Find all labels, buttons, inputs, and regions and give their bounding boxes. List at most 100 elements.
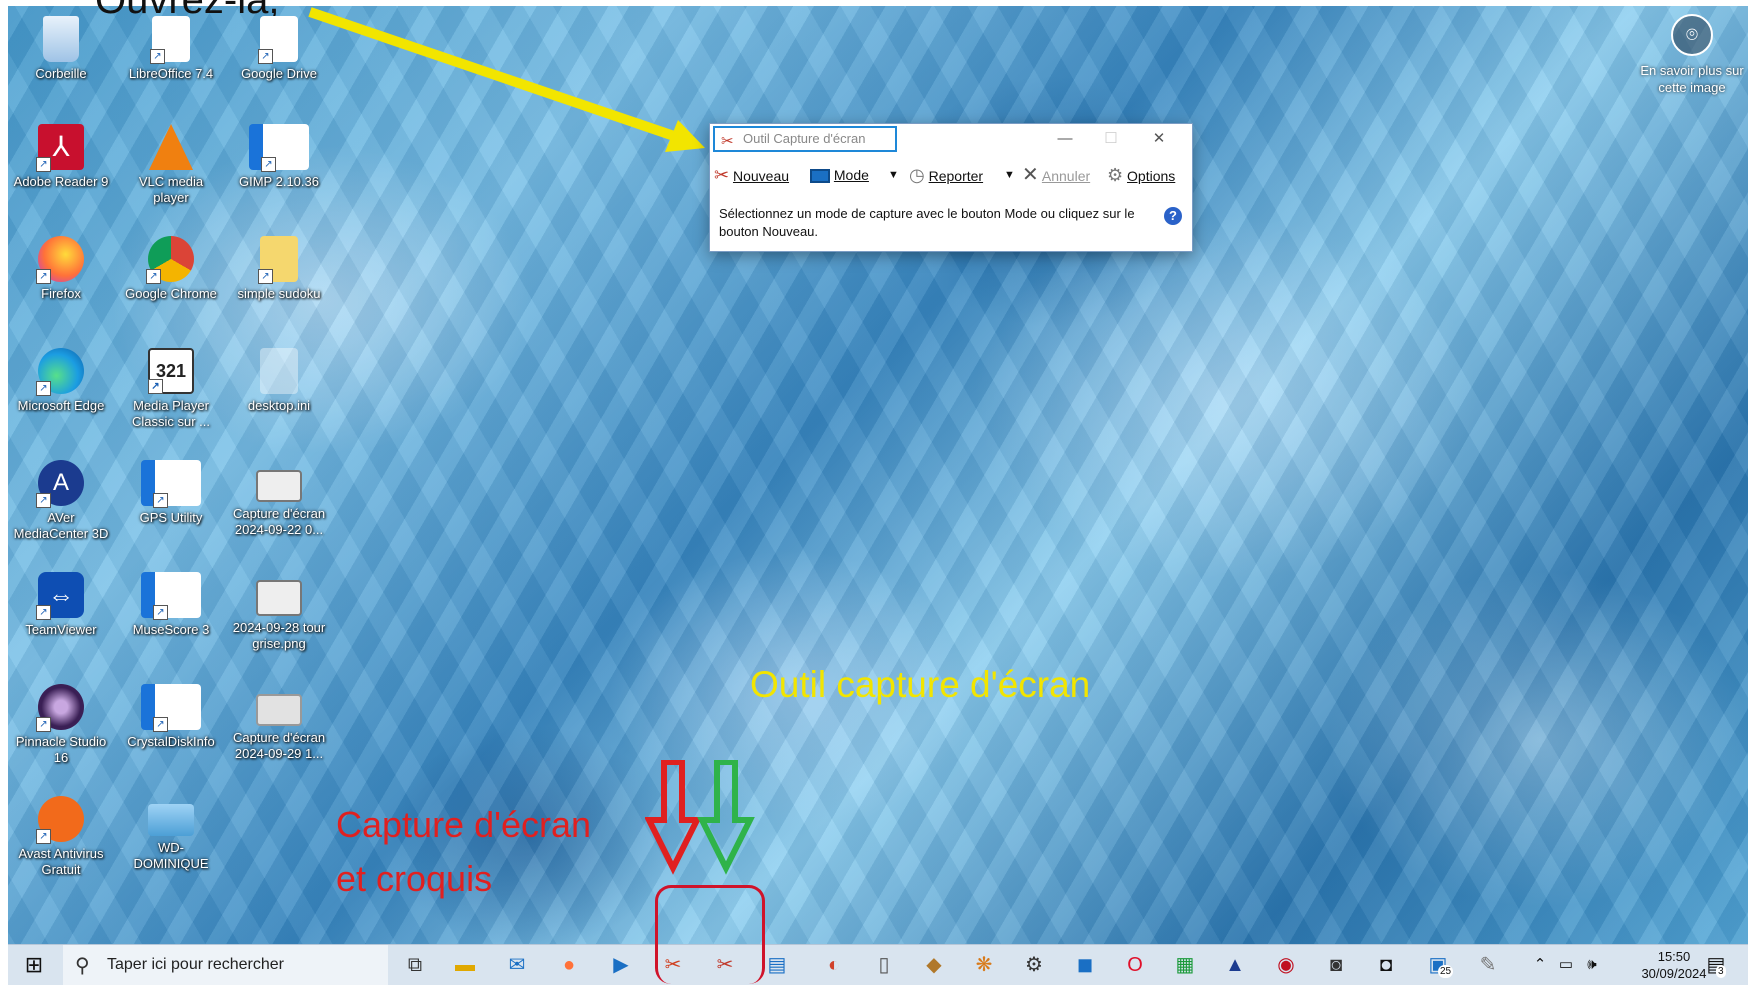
vlc-icon <box>149 124 193 170</box>
green-down-arrow <box>697 760 755 875</box>
desktop-icon-firefox[interactable]: ↗ Firefox <box>12 236 110 302</box>
mail-icon[interactable]: ✉ <box>503 951 531 979</box>
desktop-icon-teamviewer[interactable]: ⇔ ↗ TeamViewer <box>12 572 110 638</box>
mode-dropdown-arrow[interactable]: ▼ <box>888 161 899 189</box>
help-icon[interactable]: ? <box>1164 207 1182 225</box>
desktop-icon-edge[interactable]: ↗ Microsoft Edge <box>12 348 110 414</box>
toolbar: ✂ Nouveau Mode ▼ ◷ Reporter ▼ ✕ Annuler … <box>710 161 1192 189</box>
cancel-button[interactable]: ✕ Annuler <box>1022 161 1090 189</box>
media-player-taskbar-icon[interactable]: ▶ <box>607 951 635 979</box>
avast-icon: ↗ <box>36 796 84 844</box>
pinnacle-icon: ↗ <box>36 684 84 732</box>
x-icon: ✕ <box>1022 164 1039 186</box>
mpc-icon: 321 ↗ <box>148 348 194 394</box>
badge-count: 25 <box>1438 965 1454 978</box>
file-icon <box>260 348 298 394</box>
app-window-icon: ↗ <box>141 572 201 620</box>
app-window-icon: ↗ <box>141 460 201 508</box>
opera-icon[interactable]: O <box>1121 951 1149 979</box>
image-file-icon <box>256 470 302 502</box>
desktop-icon-libreoffice[interactable]: ↗ LibreOffice 7.4 <box>122 16 220 82</box>
windows-start-icon[interactable]: ⊞ <box>20 951 48 979</box>
app-taskbar-icon[interactable]: ▤ <box>763 951 791 979</box>
image-file-icon <box>256 580 302 616</box>
desktop-icon-vlc[interactable]: VLC media player <box>122 124 220 206</box>
scissors-icon: ✂ <box>721 133 734 150</box>
annotation-arrows <box>645 760 755 875</box>
presentation-icon[interactable]: ◘ <box>1372 951 1400 979</box>
task-view-icon[interactable]: ⧉ <box>401 951 429 979</box>
notification-count: 3 <box>1716 965 1726 978</box>
desktop-icon-avast[interactable]: ↗ Avast Antivirus Gratuit <box>12 796 110 878</box>
paint-icon[interactable]: ✎ <box>1474 951 1502 979</box>
network-icon[interactable]: ▭ <box>1552 951 1580 979</box>
desktop-icon-recycle-bin[interactable]: Corbeille <box>12 16 110 82</box>
firefox-icon: ↗ <box>36 236 84 284</box>
desktop-icon-desktop-ini[interactable]: desktop.ini <box>230 348 328 414</box>
camera-taskbar-icon[interactable]: ◙ <box>1322 951 1350 979</box>
action-center-icon[interactable]: ▤ 3 <box>1702 951 1730 979</box>
search-icon: ⚲ <box>75 955 90 977</box>
blank-document-icon[interactable]: ▯ <box>870 951 898 979</box>
chevron-up-icon[interactable]: ⌃ <box>1526 951 1554 979</box>
desktop-icon-crystaldiskinfo[interactable]: ↗ CrystalDiskInfo <box>122 684 220 750</box>
desktop-icon-capture-0922[interactable]: Capture d'écran 2024-09-22 0... <box>230 460 328 538</box>
adobe-reader-icon: ⅄ ↗ <box>36 124 84 172</box>
delay-button[interactable]: ◷ Reporter <box>909 161 983 189</box>
desktop-icon-media-player-classic[interactable]: 321 ↗ Media Player Classic sur ... <box>122 348 220 430</box>
delay-dropdown-arrow[interactable]: ▼ <box>1004 161 1015 189</box>
ccleaner-icon[interactable]: ◐ <box>820 951 848 979</box>
teamviewer-icon: ⇔ ↗ <box>36 572 84 620</box>
document-icon: ↗ <box>150 16 190 64</box>
title-bar[interactable]: ✂ Outil Capture d'écran — ☐ ✕ <box>710 124 1192 156</box>
aver-icon: A ↗ <box>36 460 84 508</box>
snipping-tool-window[interactable]: ✂ Outil Capture d'écran — ☐ ✕ ✂ Nouveau … <box>709 123 1193 252</box>
annotation-highlight-box <box>655 885 765 984</box>
search-placeholder: Taper ici pour rechercher <box>107 956 284 973</box>
firefox-taskbar-icon[interactable]: ● <box>555 951 583 979</box>
desktop-icon-aver[interactable]: A ↗ AVer MediaCenter 3D <box>12 460 110 542</box>
learn-more-about-image[interactable]: ⌾ En savoir plus sur cette image <box>1636 14 1748 96</box>
rectangle-mode-icon <box>810 169 830 184</box>
notification-app-icon[interactable]: ▣ 25 <box>1424 951 1454 979</box>
taskbar: ⊞ ⚲ Taper ici pour rechercher ⧉ ▬ ✉ ● ▶ … <box>8 944 1748 985</box>
desktop-icon-musescore[interactable]: ↗ MuseScore 3 <box>122 572 220 638</box>
minimize-button[interactable]: — <box>1050 128 1080 150</box>
maximize-button[interactable]: ☐ <box>1096 128 1126 150</box>
file-explorer-icon[interactable]: ▬ <box>451 951 479 979</box>
close-button[interactable]: ✕ <box>1144 128 1174 150</box>
folder-icon: ↗ <box>258 236 298 284</box>
recorder-icon[interactable]: ◉ <box>1272 951 1300 979</box>
new-button[interactable]: ✂ Nouveau <box>714 161 789 189</box>
edge-icon: ↗ <box>36 348 84 396</box>
recycle-bin-icon <box>43 16 79 62</box>
outlook-icon[interactable]: ◼ <box>1071 951 1099 979</box>
clock-icon: ◷ <box>909 165 925 185</box>
scissors-icon: ✂ <box>714 165 730 185</box>
volume-icon[interactable]: 🕪 <box>1578 951 1606 979</box>
app-taskbar-icon-2[interactable]: ◆ <box>920 951 948 979</box>
yellow-arrow <box>308 7 705 152</box>
camera-icon: ⌾ <box>1671 14 1713 56</box>
aver-taskbar-icon[interactable]: ▲ <box>1221 951 1249 979</box>
spreadsheet-icon[interactable]: ▦ <box>1171 951 1199 979</box>
desktop-icon-capture-0929[interactable]: Capture d'écran 2024-09-29 1... <box>230 684 328 762</box>
app-taskbar-icon-3[interactable]: ❋ <box>970 951 998 979</box>
image-file-icon <box>256 694 302 726</box>
desktop-icon-gps-utility[interactable]: ↗ GPS Utility <box>122 460 220 526</box>
settings-gear-icon[interactable]: ⚙ <box>1020 951 1048 979</box>
search-box[interactable]: ⚲ Taper ici pour rechercher <box>63 945 388 985</box>
document-icon: ↗ <box>258 16 298 64</box>
desktop-icon-tour-grise[interactable]: 2024-09-28 tour grise.png <box>230 572 328 652</box>
chrome-icon: ↗ <box>146 236 194 284</box>
desktop-icon-pinnacle[interactable]: ↗ Pinnacle Studio 16 <box>12 684 110 766</box>
mode-button[interactable]: Mode <box>810 161 869 189</box>
desktop-icon-wd-dominique[interactable]: WD-DOMINIQUE <box>122 796 220 872</box>
red-down-arrow <box>645 760 702 875</box>
options-button[interactable]: ⚙ Options <box>1107 161 1175 189</box>
gear-icon: ⚙ <box>1107 165 1124 185</box>
desktop-icon-chrome[interactable]: ↗ Google Chrome <box>122 236 220 302</box>
desktop-icon-adobe-reader[interactable]: ⅄ ↗ Adobe Reader 9 <box>12 124 110 190</box>
desktop-icon-simple-sudoku[interactable]: ↗ simple sudoku <box>230 236 328 302</box>
instructions-text: Sélectionnez un mode de capture avec le … <box>719 206 1135 239</box>
